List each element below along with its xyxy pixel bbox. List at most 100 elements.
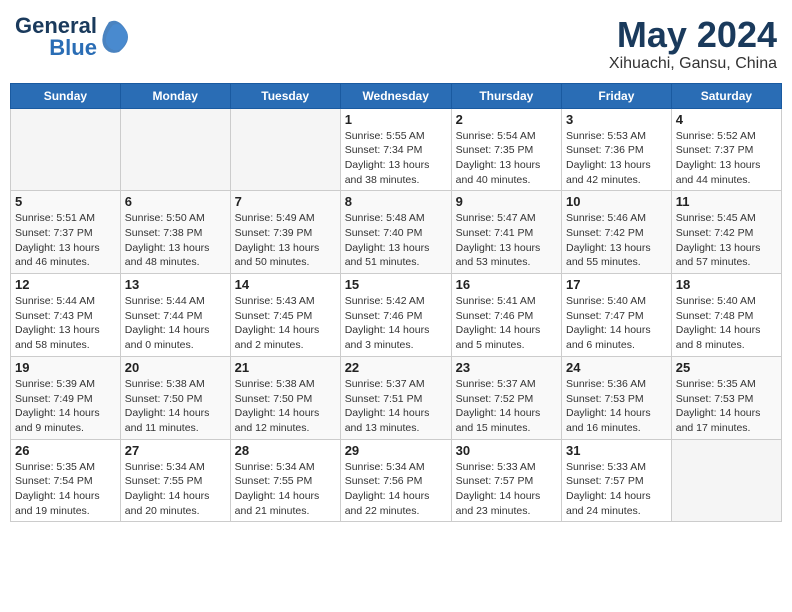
- calendar-cell: 29Sunrise: 5:34 AM Sunset: 7:56 PM Dayli…: [340, 439, 451, 522]
- calendar-week-5: 26 Sunrise: 5:35 AM Sunset: 7:54 PM Dayli…: [11, 439, 782, 522]
- logo-icon: [99, 17, 131, 57]
- calendar-week-3: 12 Sunrise: 5:44 AM Sunset: 7:43 PM Dayli…: [11, 274, 782, 357]
- day-info: Sunrise: 5:38 AM Sunset: 7:50 PM Dayligh…: [125, 377, 226, 436]
- day-info: Sunrise: 5:43 AM Sunset: 7:45 PM Dayligh…: [235, 294, 336, 353]
- calendar-cell: 28Sunrise: 5:34 AM Sunset: 7:55 PM Dayli…: [230, 439, 340, 522]
- calendar-cell: 10Sunrise: 5:46 AM Sunset: 7:42 PM Dayli…: [561, 191, 671, 274]
- calendar-cell: [230, 108, 340, 191]
- day-number: 5: [15, 194, 116, 209]
- page-header: General Blue May 2024 Xihuachi, Gansu, C…: [10, 10, 782, 73]
- day-info: Sunrise: 5:50 AM Sunset: 7:38 PM Dayligh…: [125, 211, 226, 270]
- calendar-cell: 19 Sunrise: 5:39 AM Sunset: 7:49 PM Dayli…: [11, 356, 121, 439]
- day-number: 27: [125, 443, 226, 458]
- calendar-cell: 5Sunrise: 5:51 AM Sunset: 7:37 PM Daylig…: [11, 191, 121, 274]
- calendar-cell: 12 Sunrise: 5:44 AM Sunset: 7:43 PM Dayli…: [11, 274, 121, 357]
- title-block: May 2024 Xihuachi, Gansu, China: [609, 15, 777, 73]
- calendar-cell: 26 Sunrise: 5:35 AM Sunset: 7:54 PM Dayli…: [11, 439, 121, 522]
- calendar-cell: 15Sunrise: 5:42 AM Sunset: 7:46 PM Dayli…: [340, 274, 451, 357]
- day-number: 24: [566, 360, 667, 375]
- day-number: 28: [235, 443, 336, 458]
- day-number: 20: [125, 360, 226, 375]
- calendar-cell: [120, 108, 230, 191]
- day-number: 22: [345, 360, 447, 375]
- day-info: Sunrise: 5:55 AM Sunset: 7:34 PM Dayligh…: [345, 129, 447, 188]
- day-number: 10: [566, 194, 667, 209]
- day-number: 3: [566, 112, 667, 127]
- day-number: 13: [125, 277, 226, 292]
- day-of-week-saturday: Saturday: [671, 83, 781, 108]
- calendar-cell: 23 Sunrise: 5:37 AM Sunset: 7:52 PM Dayli…: [451, 356, 561, 439]
- day-number: 21: [235, 360, 336, 375]
- day-of-week-sunday: Sunday: [11, 83, 121, 108]
- day-info: Sunrise: 5:35 AM Sunset: 7:54 PM Dayligh…: [15, 460, 116, 519]
- calendar-table: SundayMondayTuesdayWednesdayThursdayFrid…: [10, 83, 782, 523]
- logo-text-blue: Blue: [49, 37, 97, 59]
- day-number: 11: [676, 194, 777, 209]
- day-info: Sunrise: 5:36 AM Sunset: 7:53 PM Dayligh…: [566, 377, 667, 436]
- calendar-cell: 27 Sunrise: 5:34 AM Sunset: 7:55 PM Dayli…: [120, 439, 230, 522]
- day-of-week-monday: Monday: [120, 83, 230, 108]
- day-info: Sunrise: 5:47 AM Sunset: 7:41 PM Dayligh…: [456, 211, 557, 270]
- day-number: 17: [566, 277, 667, 292]
- calendar-cell: 16 Sunrise: 5:41 AM Sunset: 7:46 PM Dayli…: [451, 274, 561, 357]
- day-number: 7: [235, 194, 336, 209]
- calendar-cell: 8Sunrise: 5:48 AM Sunset: 7:40 PM Daylig…: [340, 191, 451, 274]
- day-number: 31: [566, 443, 667, 458]
- day-info: Sunrise: 5:33 AM Sunset: 7:57 PM Dayligh…: [566, 460, 667, 519]
- day-info: Sunrise: 5:37 AM Sunset: 7:52 PM Dayligh…: [456, 377, 557, 436]
- day-number: 1: [345, 112, 447, 127]
- location-subtitle: Xihuachi, Gansu, China: [609, 55, 777, 73]
- day-number: 15: [345, 277, 447, 292]
- day-info: Sunrise: 5:33 AM Sunset: 7:57 PM Dayligh…: [456, 460, 557, 519]
- calendar-cell: 31 Sunrise: 5:33 AM Sunset: 7:57 PM Dayli…: [561, 439, 671, 522]
- day-of-week-friday: Friday: [561, 83, 671, 108]
- day-info: Sunrise: 5:38 AM Sunset: 7:50 PM Dayligh…: [235, 377, 336, 436]
- calendar-cell: 4Sunrise: 5:52 AM Sunset: 7:37 PM Daylig…: [671, 108, 781, 191]
- calendar-cell: 9 Sunrise: 5:47 AM Sunset: 7:41 PM Daylig…: [451, 191, 561, 274]
- calendar-cell: [671, 439, 781, 522]
- day-number: 18: [676, 277, 777, 292]
- day-of-week-tuesday: Tuesday: [230, 83, 340, 108]
- calendar-cell: 13 Sunrise: 5:44 AM Sunset: 7:44 PM Dayli…: [120, 274, 230, 357]
- calendar-week-2: 5Sunrise: 5:51 AM Sunset: 7:37 PM Daylig…: [11, 191, 782, 274]
- calendar-cell: 21 Sunrise: 5:38 AM Sunset: 7:50 PM Dayli…: [230, 356, 340, 439]
- calendar-cell: 20 Sunrise: 5:38 AM Sunset: 7:50 PM Dayli…: [120, 356, 230, 439]
- day-info: Sunrise: 5:54 AM Sunset: 7:35 PM Dayligh…: [456, 129, 557, 188]
- calendar-week-4: 19 Sunrise: 5:39 AM Sunset: 7:49 PM Dayli…: [11, 356, 782, 439]
- calendar-cell: 30Sunrise: 5:33 AM Sunset: 7:57 PM Dayli…: [451, 439, 561, 522]
- day-number: 26: [15, 443, 116, 458]
- days-of-week-row: SundayMondayTuesdayWednesdayThursdayFrid…: [11, 83, 782, 108]
- day-of-week-wednesday: Wednesday: [340, 83, 451, 108]
- calendar-cell: 14 Sunrise: 5:43 AM Sunset: 7:45 PM Dayli…: [230, 274, 340, 357]
- calendar-week-1: 1 Sunrise: 5:55 AM Sunset: 7:34 PM Daylig…: [11, 108, 782, 191]
- day-info: Sunrise: 5:34 AM Sunset: 7:55 PM Dayligh…: [125, 460, 226, 519]
- day-info: Sunrise: 5:44 AM Sunset: 7:44 PM Dayligh…: [125, 294, 226, 353]
- day-info: Sunrise: 5:41 AM Sunset: 7:46 PM Dayligh…: [456, 294, 557, 353]
- day-number: 9: [456, 194, 557, 209]
- day-info: Sunrise: 5:37 AM Sunset: 7:51 PM Dayligh…: [345, 377, 447, 436]
- day-number: 19: [15, 360, 116, 375]
- calendar-cell: 24 Sunrise: 5:36 AM Sunset: 7:53 PM Dayli…: [561, 356, 671, 439]
- calendar-cell: 7 Sunrise: 5:49 AM Sunset: 7:39 PM Daylig…: [230, 191, 340, 274]
- day-number: 23: [456, 360, 557, 375]
- day-info: Sunrise: 5:40 AM Sunset: 7:47 PM Dayligh…: [566, 294, 667, 353]
- calendar-cell: 2 Sunrise: 5:54 AM Sunset: 7:35 PM Daylig…: [451, 108, 561, 191]
- day-number: 4: [676, 112, 777, 127]
- day-number: 2: [456, 112, 557, 127]
- day-info: Sunrise: 5:39 AM Sunset: 7:49 PM Dayligh…: [15, 377, 116, 436]
- calendar-cell: 1 Sunrise: 5:55 AM Sunset: 7:34 PM Daylig…: [340, 108, 451, 191]
- day-info: Sunrise: 5:49 AM Sunset: 7:39 PM Dayligh…: [235, 211, 336, 270]
- day-info: Sunrise: 5:34 AM Sunset: 7:56 PM Dayligh…: [345, 460, 447, 519]
- day-info: Sunrise: 5:44 AM Sunset: 7:43 PM Dayligh…: [15, 294, 116, 353]
- day-number: 14: [235, 277, 336, 292]
- day-info: Sunrise: 5:40 AM Sunset: 7:48 PM Dayligh…: [676, 294, 777, 353]
- day-number: 16: [456, 277, 557, 292]
- calendar-cell: 18 Sunrise: 5:40 AM Sunset: 7:48 PM Dayli…: [671, 274, 781, 357]
- calendar-cell: 22 Sunrise: 5:37 AM Sunset: 7:51 PM Dayli…: [340, 356, 451, 439]
- day-info: Sunrise: 5:35 AM Sunset: 7:53 PM Dayligh…: [676, 377, 777, 436]
- day-number: 12: [15, 277, 116, 292]
- logo: General Blue: [15, 15, 131, 59]
- logo-text-general: General: [15, 15, 97, 37]
- calendar-cell: 11Sunrise: 5:45 AM Sunset: 7:42 PM Dayli…: [671, 191, 781, 274]
- calendar-cell: 25Sunrise: 5:35 AM Sunset: 7:53 PM Dayli…: [671, 356, 781, 439]
